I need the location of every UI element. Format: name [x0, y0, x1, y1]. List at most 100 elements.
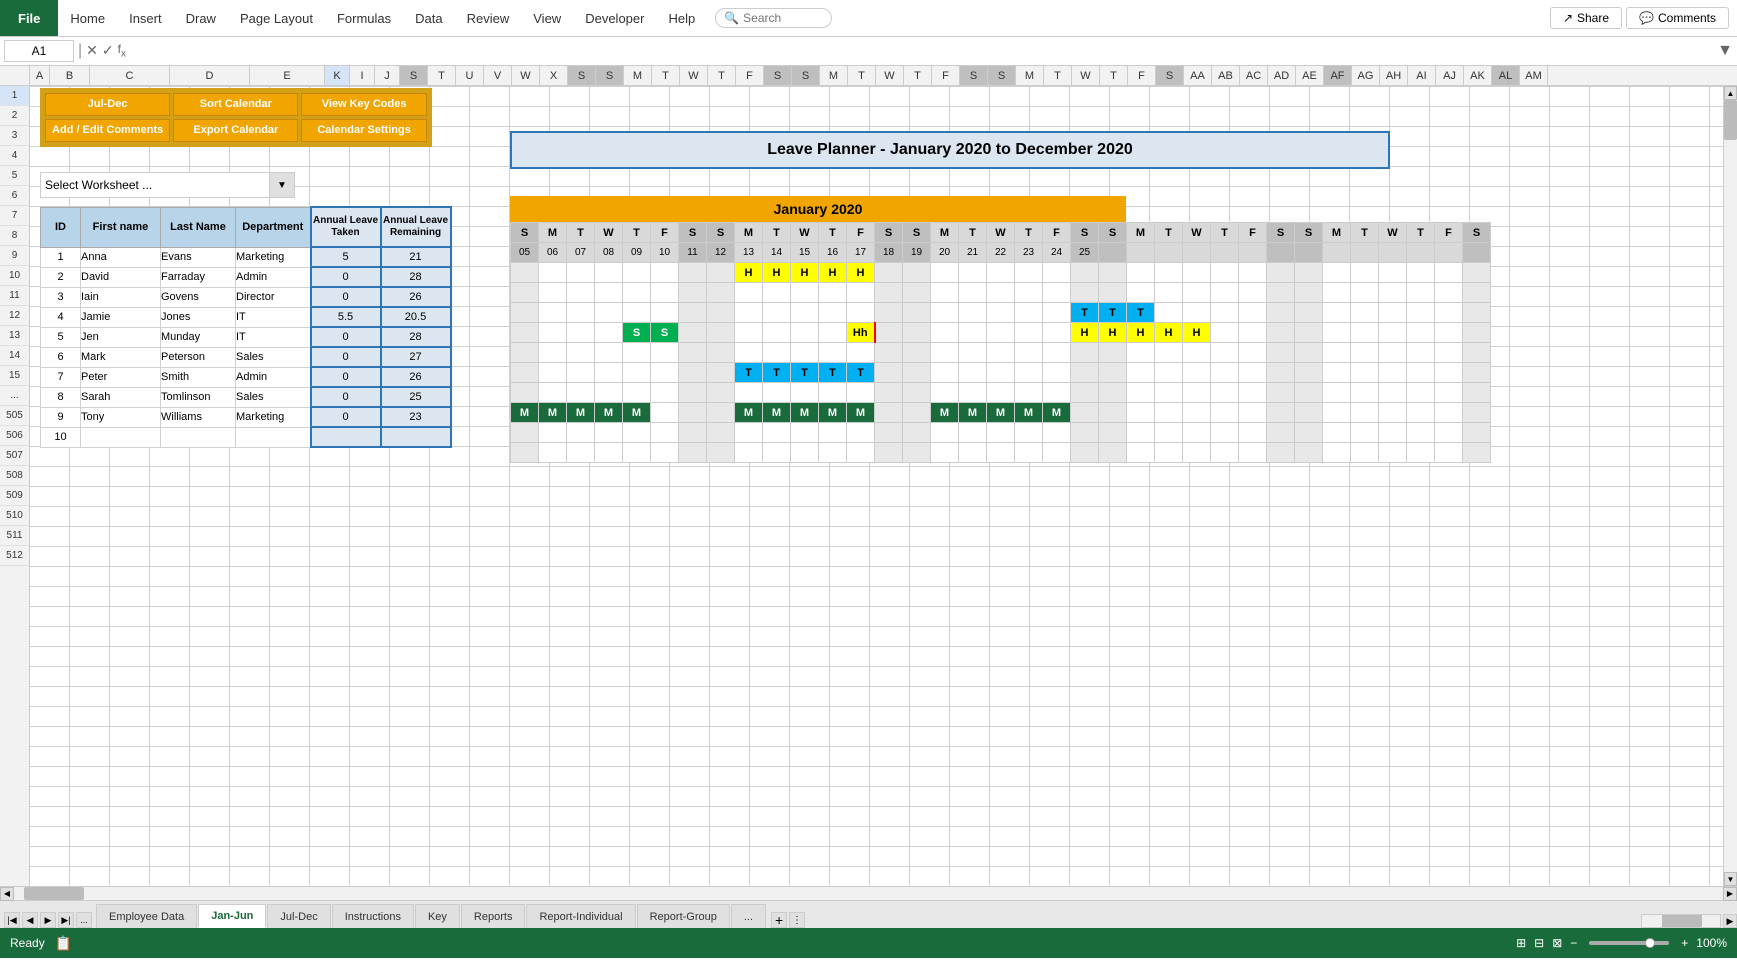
cal-cell[interactable]: [735, 423, 763, 443]
cal-cell[interactable]: [707, 443, 735, 463]
cal-cell[interactable]: [707, 283, 735, 303]
cal-cell[interactable]: [1323, 423, 1351, 443]
file-menu[interactable]: File: [0, 0, 58, 36]
cal-cell[interactable]: [959, 323, 987, 343]
cal-cell[interactable]: [679, 323, 707, 343]
cal-cell[interactable]: [1071, 403, 1099, 423]
cal-cell[interactable]: [707, 403, 735, 423]
cal-cell[interactable]: [1211, 263, 1239, 283]
cal-cell[interactable]: [931, 343, 959, 363]
cal-cell[interactable]: [959, 343, 987, 363]
cal-cell[interactable]: [567, 443, 595, 463]
cal-cell[interactable]: [1463, 383, 1491, 403]
cal-cell[interactable]: H: [1099, 323, 1127, 343]
tab-key[interactable]: Key: [415, 904, 460, 928]
cal-cell[interactable]: [1267, 423, 1295, 443]
view-key-codes-button[interactable]: View Key Codes: [301, 93, 426, 116]
cal-cell[interactable]: [903, 283, 931, 303]
search-input[interactable]: [743, 11, 823, 25]
tab-instructions[interactable]: Instructions: [332, 904, 414, 928]
cal-cell[interactable]: [1099, 263, 1127, 283]
col-header-AC[interactable]: AC: [1240, 66, 1268, 85]
cal-cell[interactable]: H: [1183, 323, 1211, 343]
cal-cell[interactable]: [1267, 283, 1295, 303]
cal-cell[interactable]: H: [791, 263, 819, 283]
cal-cell[interactable]: [1379, 443, 1407, 463]
cal-cell[interactable]: [567, 323, 595, 343]
view-menu[interactable]: View: [521, 0, 573, 36]
cal-cell[interactable]: [1211, 363, 1239, 383]
cal-cell[interactable]: [1015, 443, 1043, 463]
cal-cell[interactable]: [651, 403, 679, 423]
cal-cell[interactable]: [1071, 443, 1099, 463]
cal-cell[interactable]: [1015, 423, 1043, 443]
cal-cell[interactable]: [987, 323, 1015, 343]
cal-cell[interactable]: [623, 283, 651, 303]
cal-cell[interactable]: [903, 403, 931, 423]
cal-cell[interactable]: [959, 363, 987, 383]
col-header-M1[interactable]: M: [624, 66, 652, 85]
cal-cell[interactable]: T: [763, 363, 791, 383]
export-calendar-button[interactable]: Export Calendar: [173, 119, 298, 142]
cal-cell[interactable]: [511, 443, 539, 463]
table-row[interactable]: 3 Iain Govens Director 0 26: [41, 287, 451, 307]
col-header-AL[interactable]: AL: [1492, 66, 1520, 85]
cal-cell[interactable]: [1071, 423, 1099, 443]
cal-cell[interactable]: [651, 343, 679, 363]
cal-cell[interactable]: [847, 423, 875, 443]
confirm-formula-icon[interactable]: ✓: [102, 42, 114, 59]
table-row[interactable]: 7 Peter Smith Admin 0 26: [41, 367, 451, 387]
cal-cell[interactable]: [1127, 363, 1155, 383]
worksheet-dropdown[interactable]: Select Worksheet ...: [40, 172, 295, 198]
table-row[interactable]: 10: [41, 427, 451, 447]
scroll-track[interactable]: [1724, 100, 1737, 872]
cal-cell[interactable]: [539, 423, 567, 443]
cal-cell[interactable]: [819, 343, 847, 363]
sheet-options-button[interactable]: ⋮: [789, 912, 805, 928]
cal-cell[interactable]: [623, 263, 651, 283]
col-header-AH[interactable]: AH: [1380, 66, 1408, 85]
cal-cell[interactable]: [1183, 443, 1211, 463]
cal-cell[interactable]: [1295, 303, 1323, 323]
cal-cell[interactable]: T: [1099, 303, 1127, 323]
cal-cell[interactable]: [931, 423, 959, 443]
cal-cell[interactable]: [1323, 363, 1351, 383]
cal-cell[interactable]: [875, 343, 903, 363]
cal-cell[interactable]: [1267, 343, 1295, 363]
cal-cell[interactable]: [931, 283, 959, 303]
cal-cell[interactable]: [1435, 263, 1463, 283]
tab-report-group[interactable]: Report-Group: [637, 904, 730, 928]
cal-cell[interactable]: [539, 383, 567, 403]
cal-cell[interactable]: [959, 423, 987, 443]
tab-next-button[interactable]: ▶: [40, 912, 56, 928]
tab-jul-dec[interactable]: Jul-Dec: [267, 904, 330, 928]
cal-cell[interactable]: [791, 323, 819, 343]
cal-cell[interactable]: [1463, 303, 1491, 323]
cal-cell[interactable]: [1295, 363, 1323, 383]
cal-cell[interactable]: [1071, 263, 1099, 283]
col-header-AM[interactable]: AM: [1520, 66, 1548, 85]
cal-cell[interactable]: [1099, 363, 1127, 383]
col-header-T6[interactable]: T: [1044, 66, 1072, 85]
cal-cell[interactable]: [1295, 423, 1323, 443]
cal-cell[interactable]: M: [511, 403, 539, 423]
cal-cell[interactable]: [987, 423, 1015, 443]
scroll-h-track[interactable]: [14, 887, 1723, 900]
col-header-F2[interactable]: F: [932, 66, 960, 85]
cal-cell[interactable]: [707, 383, 735, 403]
cal-cell[interactable]: [1267, 363, 1295, 383]
cal-cell[interactable]: [875, 323, 903, 343]
table-row[interactable]: 9 Tony Williams Marketing 0 23: [41, 407, 451, 427]
cal-cell[interactable]: [1407, 323, 1435, 343]
col-header-W4[interactable]: W: [1072, 66, 1100, 85]
cal-cell[interactable]: [1071, 343, 1099, 363]
table-row[interactable]: 5 Jen Munday IT 0 28: [41, 327, 451, 347]
col-header-AI[interactable]: AI: [1408, 66, 1436, 85]
cal-cell[interactable]: [847, 303, 875, 323]
expand-formula-icon[interactable]: ▼: [1717, 42, 1733, 60]
cal-cell[interactable]: [1211, 303, 1239, 323]
cal-cell[interactable]: [903, 383, 931, 403]
col-header-S4[interactable]: S: [764, 66, 792, 85]
cal-cell[interactable]: [1463, 343, 1491, 363]
cal-cell[interactable]: [511, 383, 539, 403]
